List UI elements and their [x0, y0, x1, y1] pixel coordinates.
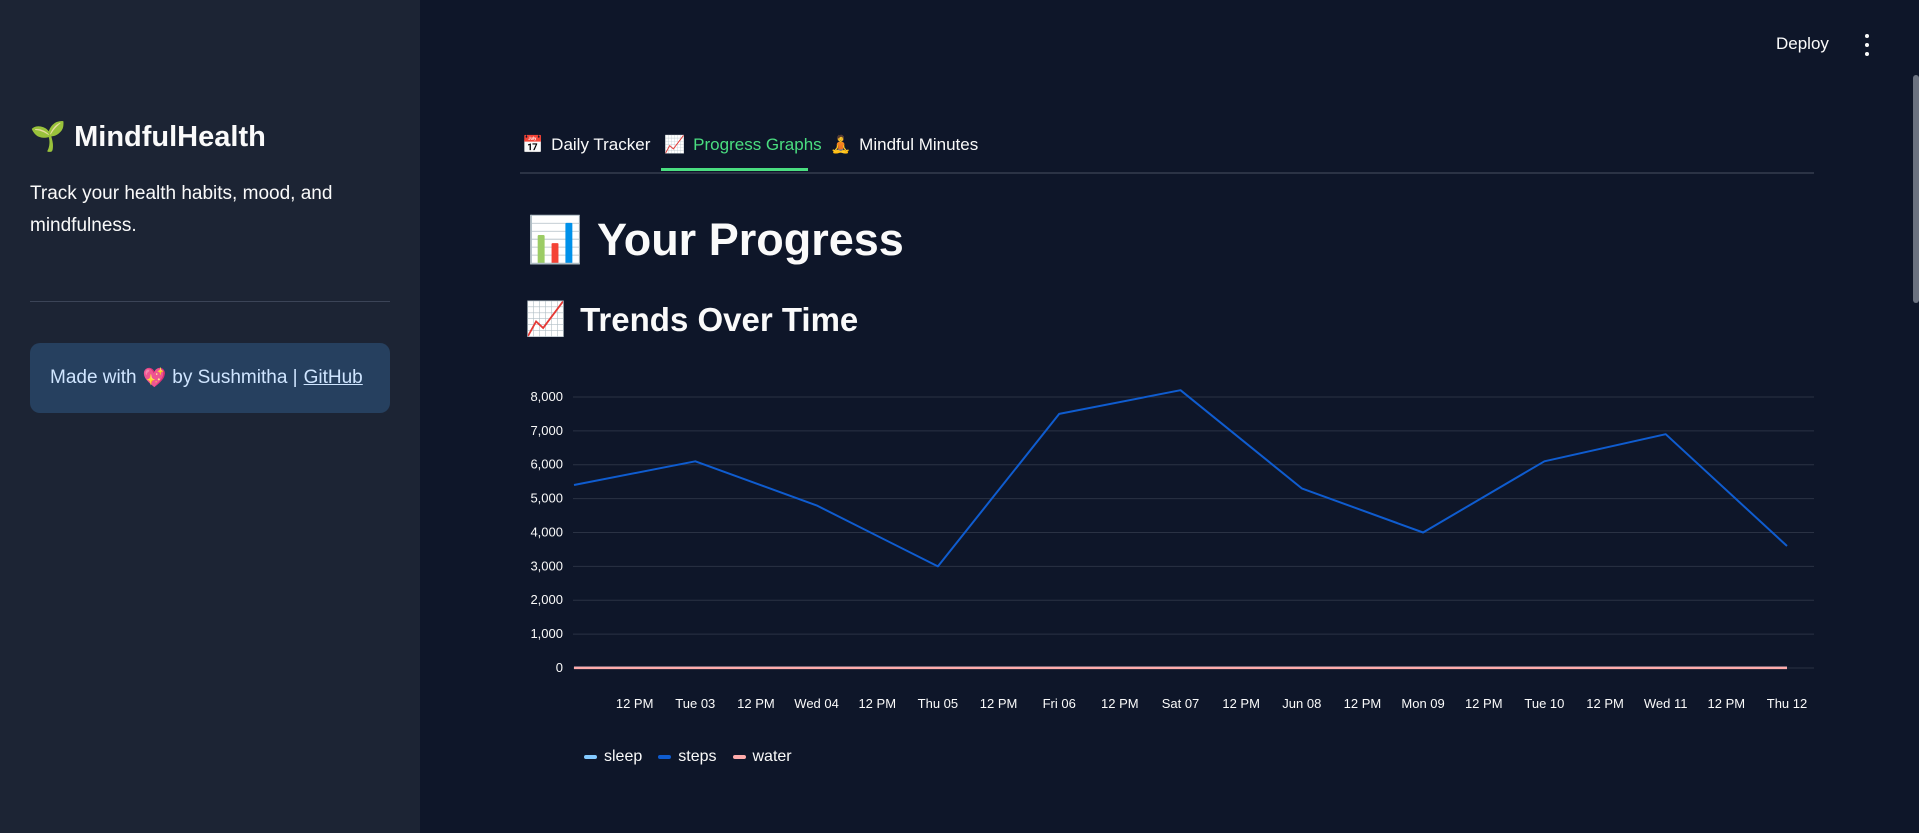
trends-chart[interactable]: 0 1,000 2,000 3,000 4,000 5,000 6,000 7,000 8,00…	[520, 370, 1820, 720]
chart-increasing-icon: 📈	[525, 300, 567, 337]
legend-item-sleep[interactable]: sleep	[584, 748, 642, 766]
x-tick-label: 12 PM	[1344, 696, 1382, 711]
heart-icon: 💖	[142, 368, 167, 389]
seedling-icon: 🌱	[30, 121, 67, 153]
page-title-text: Your Progress	[597, 213, 904, 265]
legend-swatch-steps	[658, 755, 672, 759]
x-tick-label: 12 PM	[858, 696, 896, 711]
x-tick-label: 12 PM	[616, 696, 654, 711]
x-tick-label: Mon 09	[1401, 696, 1444, 711]
app-brand: 🌱 MindfulHealth	[30, 121, 266, 154]
x-tick-label: 12 PM	[1708, 696, 1746, 711]
y-tick-label: 6,000	[530, 457, 563, 472]
x-tick-label: Tue 10	[1524, 696, 1564, 711]
legend-swatch-sleep	[584, 755, 597, 759]
legend-item-steps[interactable]: steps	[658, 748, 717, 766]
y-tick-label: 1,000	[530, 626, 563, 641]
x-tick-label: Wed 04	[794, 696, 839, 711]
legend-label: sleep	[604, 748, 643, 765]
bar-chart-icon: 📊	[527, 214, 584, 265]
series-line-steps	[573, 389, 1788, 568]
active-tab-indicator	[661, 168, 808, 171]
x-tick-label: 12 PM	[980, 696, 1018, 711]
y-tick-label: 3,000	[530, 558, 563, 573]
x-tick-label: Fri 06	[1043, 696, 1076, 711]
deploy-button[interactable]: Deploy	[1776, 31, 1829, 57]
sidebar: 🌱 MindfulHealth Track your health habits…	[0, 0, 420, 833]
x-tick-label: 12 PM	[1465, 696, 1503, 711]
credits-author: by Sushmitha |	[172, 367, 298, 388]
tab-label: Mindful Minutes	[859, 135, 979, 154]
credits-box: Made with 💖 by Sushmitha | GitHub	[30, 343, 390, 413]
x-tick-label: 12 PM	[1586, 696, 1624, 711]
x-tick-label: 12 PM	[1222, 696, 1260, 711]
app-title: MindfulHealth	[74, 121, 266, 153]
legend-item-water[interactable]: water	[732, 748, 792, 766]
x-tick-label: Thu 12	[1767, 696, 1807, 711]
tab-mindful-minutes[interactable]: 🧘 Mindful Minutes	[830, 128, 978, 172]
legend-swatch-water	[732, 755, 746, 759]
page-title: 📊 Your Progress	[527, 213, 904, 266]
app-tagline: Track your health habits, mood, and mind…	[30, 183, 333, 236]
x-tick-label: Sat 07	[1162, 696, 1200, 711]
chart-increasing-icon: 📈	[664, 135, 686, 154]
main-menu-icon[interactable]	[1862, 34, 1872, 56]
y-tick-label: 2,000	[530, 592, 563, 607]
y-tick-label: 5,000	[530, 491, 563, 506]
x-tick-label: 12 PM	[737, 696, 775, 711]
y-tick-label: 0	[556, 660, 563, 675]
x-tick-label: Jun 08	[1282, 696, 1321, 711]
x-tick-label: Tue 03	[675, 696, 715, 711]
section-title-text: Trends Over Time	[580, 300, 859, 338]
credits-prefix: Made with	[50, 367, 137, 388]
sidebar-divider	[30, 301, 390, 302]
y-tick-label: 8,000	[530, 389, 563, 404]
y-tick-label: 7,000	[530, 423, 563, 438]
legend-label: steps	[678, 748, 717, 765]
section-title: 📈 Trends Over Time	[525, 300, 858, 339]
x-tick-label: Thu 05	[918, 696, 958, 711]
tab-label: Progress Graphs	[693, 135, 822, 154]
tab-label: Daily Tracker	[551, 135, 651, 154]
legend-label: water	[752, 748, 792, 765]
x-tick-label: 12 PM	[1101, 696, 1139, 711]
tab-progress-graphs[interactable]: 📈 Progress Graphs	[664, 128, 822, 172]
x-tick-label: Wed 11	[1644, 696, 1688, 711]
github-link[interactable]: GitHub	[304, 367, 363, 389]
calendar-icon: 📅	[522, 135, 544, 154]
meditation-icon: 🧘	[830, 135, 852, 154]
y-tick-label: 4,000	[530, 524, 563, 539]
tab-daily-tracker[interactable]: 📅 Daily Tracker	[522, 128, 650, 172]
chart-legend: sleep steps water	[584, 748, 792, 766]
scrollbar[interactable]	[1913, 75, 1919, 303]
